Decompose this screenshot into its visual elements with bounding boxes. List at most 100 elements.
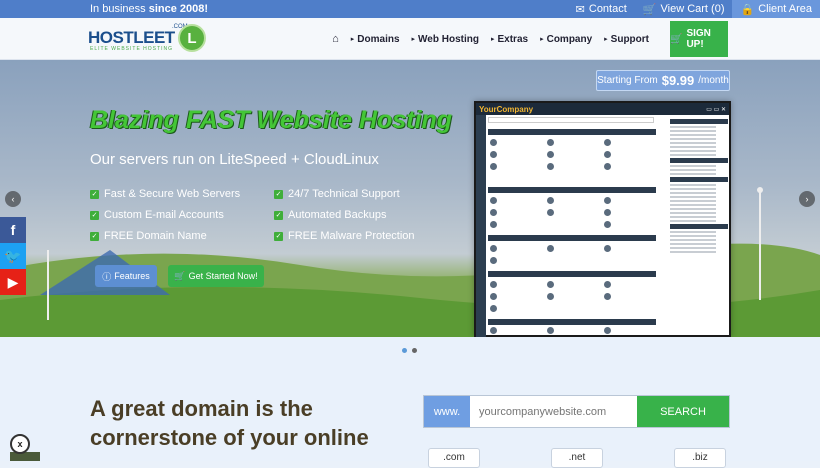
cpanel-brand: YourCompany bbox=[479, 104, 534, 114]
tagline: In business since 2008! bbox=[90, 3, 208, 15]
youtube-button[interactable]: ▶ bbox=[0, 269, 26, 295]
cpanel-section bbox=[488, 129, 656, 135]
contact-link[interactable]: ✉ Contact bbox=[568, 0, 635, 18]
cpanel-row bbox=[490, 257, 654, 264]
nav-web-hosting[interactable]: ▸ Web Hosting bbox=[406, 24, 485, 54]
chevron-left-icon: ‹ bbox=[11, 194, 15, 204]
client-area-label: Client Area bbox=[758, 3, 812, 15]
cpanel-section bbox=[488, 187, 656, 193]
client-area-link[interactable]: 🔒 Client Area bbox=[732, 0, 820, 18]
cart-icon: 🛒 bbox=[670, 33, 683, 45]
twitter-icon: 🐦 bbox=[4, 247, 22, 264]
feature-label: Custom E-mail Accounts bbox=[104, 209, 224, 221]
slider-prev-arrow[interactable]: ‹ bbox=[5, 191, 21, 207]
cpanel-row bbox=[490, 305, 654, 312]
price-value: $9.99 bbox=[661, 73, 695, 88]
feature-label: Automated Backups bbox=[288, 209, 387, 221]
feature-item: ✓ Custom E-mail Accounts bbox=[90, 209, 224, 221]
tld-biz[interactable]: .biz bbox=[674, 448, 726, 468]
cart-icon: 🛒 bbox=[642, 3, 657, 16]
cpanel-section bbox=[488, 271, 656, 277]
features-label: Features bbox=[114, 271, 150, 281]
nav-label: Support bbox=[610, 33, 649, 45]
cpanel-search bbox=[488, 117, 654, 123]
slider-dots bbox=[402, 348, 417, 353]
cpanel-row bbox=[490, 293, 654, 300]
domain-search-input[interactable] bbox=[470, 396, 637, 427]
feature-label: 24/7 Technical Support bbox=[288, 188, 400, 200]
starting-label: Starting From bbox=[597, 75, 658, 86]
slider-dot[interactable] bbox=[412, 348, 417, 353]
tld-com[interactable]: .com bbox=[428, 448, 480, 468]
nav-domains[interactable]: ▸ Domains bbox=[345, 24, 406, 54]
check-icon: ✓ bbox=[90, 210, 99, 220]
cpanel-row bbox=[490, 245, 654, 252]
nav-label: Domains bbox=[357, 33, 400, 45]
nav-label: Company bbox=[546, 33, 593, 45]
cpanel-row bbox=[490, 151, 654, 158]
slider-dot[interactable] bbox=[402, 348, 407, 353]
lock-icon: 🔒 bbox=[740, 3, 755, 16]
check-icon: ✓ bbox=[90, 231, 99, 241]
cpanel-preview: YourCompany ▭ ▭ ✕ bbox=[474, 101, 731, 337]
domain-search: www. SEARCH bbox=[423, 395, 730, 428]
features-button[interactable]: ⓘ Features bbox=[95, 265, 157, 287]
site-logo[interactable]: HOSTLEET .COM ELITE WEBSITE HOSTING L bbox=[88, 24, 208, 54]
info-icon: ⓘ bbox=[102, 271, 112, 282]
nav-support[interactable]: ▸ Support bbox=[598, 24, 655, 54]
cpanel-titlebar: YourCompany ▭ ▭ ✕ bbox=[476, 103, 729, 115]
get-started-button[interactable]: 🛒 Get Started Now! bbox=[168, 265, 264, 287]
feature-item: ✓ Automated Backups bbox=[274, 209, 386, 221]
twitter-button[interactable]: 🐦 bbox=[0, 243, 26, 269]
check-icon: ✓ bbox=[274, 231, 283, 241]
close-icon: x bbox=[17, 439, 23, 449]
contact-label: Contact bbox=[588, 3, 627, 15]
window-controls-icon: ▭ ▭ ✕ bbox=[706, 106, 726, 113]
price-period: /month bbox=[698, 75, 729, 86]
youtube-icon: ▶ bbox=[7, 273, 19, 290]
chat-widget-bar bbox=[10, 452, 40, 461]
caret-right-icon: ▸ bbox=[350, 36, 355, 43]
check-icon: ✓ bbox=[274, 210, 283, 220]
facebook-button[interactable]: f bbox=[0, 217, 26, 243]
nav-label: Extras bbox=[497, 33, 529, 45]
facebook-icon: f bbox=[10, 222, 16, 238]
cpanel-row bbox=[490, 281, 654, 288]
tagline-prefix: In business bbox=[90, 3, 146, 15]
home-icon: ⌂ bbox=[332, 33, 339, 45]
logo-badge: L bbox=[178, 24, 206, 52]
cpanel-sidebar bbox=[476, 115, 486, 337]
hero-slider: Starting From $9.99 /month Blazing FAST … bbox=[0, 60, 820, 337]
caret-right-icon: ▸ bbox=[604, 36, 608, 43]
cpanel-row bbox=[490, 327, 654, 334]
cpanel-row bbox=[490, 163, 654, 170]
search-button[interactable]: SEARCH bbox=[637, 396, 729, 427]
tld-net[interactable]: .net bbox=[551, 448, 603, 468]
signup-label: SIGN UP! bbox=[686, 28, 711, 50]
domain-title-line: A great domain is the bbox=[90, 396, 313, 421]
logo-subtitle: ELITE WEBSITE HOSTING bbox=[90, 46, 173, 52]
nav-home[interactable]: ⌂ bbox=[326, 24, 345, 54]
cpanel-info-panel bbox=[670, 119, 728, 337]
nav-company[interactable]: ▸ Company bbox=[534, 24, 598, 54]
feature-item: ✓ FREE Domain Name bbox=[90, 230, 207, 242]
starting-price-badge: Starting From $9.99 /month bbox=[596, 70, 730, 91]
cpanel-row bbox=[490, 139, 654, 146]
domain-title-line: cornerstone of your online bbox=[90, 425, 369, 450]
feature-label: FREE Malware Protection bbox=[288, 230, 415, 242]
cpanel-row bbox=[490, 221, 654, 228]
feature-item: ✓ Fast & Secure Web Servers bbox=[90, 188, 240, 200]
signup-button[interactable]: 🛒 SIGN UP! bbox=[670, 21, 728, 57]
slider-next-arrow[interactable]: › bbox=[799, 191, 815, 207]
view-cart-link[interactable]: 🛒 View Cart (0) bbox=[635, 0, 733, 18]
feature-label: FREE Domain Name bbox=[104, 230, 207, 242]
close-chat-button[interactable]: x bbox=[10, 434, 30, 454]
main-nav: ⌂ ▸ Domains ▸ Web Hosting ▸ Extras ▸ Company… bbox=[326, 24, 655, 54]
cpanel-section bbox=[488, 235, 656, 241]
envelope-icon: ✉ bbox=[575, 3, 585, 16]
cpanel-row bbox=[490, 197, 654, 204]
caret-right-icon: ▸ bbox=[411, 36, 416, 43]
domain-title: A great domain is the cornerstone of you… bbox=[90, 394, 369, 452]
top-bar: In business since 2008! ✉ Contact 🛒 View… bbox=[0, 0, 820, 18]
nav-extras[interactable]: ▸ Extras bbox=[485, 24, 534, 54]
